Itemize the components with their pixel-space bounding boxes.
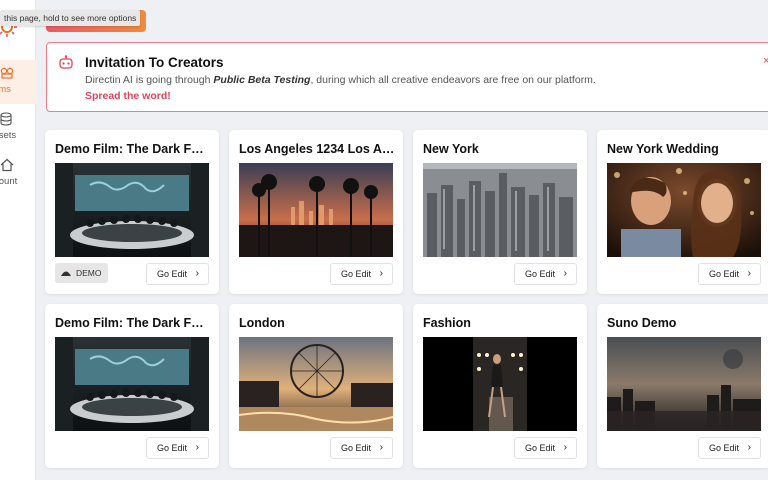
thumbnail-image bbox=[55, 337, 209, 431]
sidebar: ilms ssets count bbox=[0, 0, 36, 480]
banner-desc-suffix: , during which all creative endeavors ar… bbox=[310, 74, 596, 86]
go-edit-label: Go Edit bbox=[157, 269, 188, 279]
project-title: Los Angeles 1234 Los Angeles bbox=[239, 142, 395, 156]
project-card[interactable]: London Go Edit › bbox=[229, 304, 403, 468]
project-title: Demo Film: The Dark Forest bbox=[55, 142, 211, 156]
project-title: Demo Film: The Dark Forest bbox=[55, 316, 211, 330]
chevron-right-icon: › bbox=[379, 442, 383, 453]
go-edit-label: Go Edit bbox=[525, 269, 556, 279]
project-card[interactable]: New York Wedding Go Edit › bbox=[597, 130, 768, 294]
sidebar-item-assets[interactable]: ssets bbox=[0, 106, 36, 150]
go-edit-label: Go Edit bbox=[341, 443, 372, 453]
go-edit-label: Go Edit bbox=[341, 269, 372, 279]
go-edit-button[interactable]: Go Edit › bbox=[330, 263, 393, 285]
thumbnail-image bbox=[239, 163, 393, 257]
go-edit-label: Go Edit bbox=[709, 443, 740, 453]
go-edit-label: Go Edit bbox=[525, 443, 556, 453]
project-card[interactable]: Suno Demo Go Edit › bbox=[597, 304, 768, 468]
demo-badge-label: DEMO bbox=[76, 268, 102, 278]
go-edit-button[interactable]: Go Edit › bbox=[514, 263, 577, 285]
sidebar-item-account[interactable]: count bbox=[0, 152, 36, 196]
project-card[interactable]: New York Go Edit › bbox=[413, 130, 587, 294]
sidebar-item-label: ssets bbox=[0, 130, 17, 141]
go-edit-button[interactable]: Go Edit › bbox=[146, 437, 209, 459]
go-edit-button[interactable]: Go Edit › bbox=[330, 437, 393, 459]
go-edit-button[interactable]: Go Edit › bbox=[698, 437, 761, 459]
tooltip: this page, hold to see more options bbox=[0, 10, 141, 26]
project-card[interactable]: Demo Film: The Dark Forest DEMO Go Edit › bbox=[45, 130, 219, 294]
project-thumbnail[interactable] bbox=[607, 337, 761, 431]
project-thumbnail[interactable] bbox=[607, 163, 761, 257]
thumbnail-image bbox=[607, 337, 761, 431]
sidebar-item-films[interactable]: ilms bbox=[0, 60, 36, 104]
go-edit-button[interactable]: Go Edit › bbox=[514, 437, 577, 459]
banner-desc-emphasis: Public Beta Testing bbox=[213, 74, 311, 86]
project-card[interactable]: Demo Film: The Dark Forest Go Edit › bbox=[45, 304, 219, 468]
invitation-banner: Invitation To Creators Directin AI is go… bbox=[46, 42, 768, 112]
go-edit-button[interactable]: Go Edit › bbox=[698, 263, 761, 285]
chevron-right-icon: › bbox=[747, 442, 751, 453]
project-title: Fashion bbox=[423, 316, 471, 330]
go-edit-button[interactable]: Go Edit › bbox=[146, 263, 209, 285]
thumbnail-image bbox=[607, 163, 761, 257]
project-thumbnail[interactable] bbox=[55, 337, 209, 431]
project-title: London bbox=[239, 316, 285, 330]
project-thumbnail[interactable] bbox=[239, 163, 393, 257]
go-edit-label: Go Edit bbox=[709, 269, 740, 279]
project-thumbnail[interactable] bbox=[55, 163, 209, 257]
chevron-right-icon: › bbox=[379, 268, 383, 279]
banner-title: Invitation To Creators bbox=[85, 55, 224, 70]
chevron-right-icon: › bbox=[563, 268, 567, 279]
project-card[interactable]: Fashion Go Edit › bbox=[413, 304, 587, 468]
sidebar-item-label: ilms bbox=[0, 84, 11, 95]
project-thumbnail[interactable] bbox=[423, 337, 577, 431]
cap-icon bbox=[61, 271, 71, 276]
home-icon bbox=[0, 158, 14, 172]
project-title: New York Wedding bbox=[607, 142, 719, 156]
chevron-right-icon: › bbox=[195, 268, 199, 279]
project-thumbnail[interactable] bbox=[423, 163, 577, 257]
chevron-right-icon: › bbox=[195, 442, 199, 453]
films-icon bbox=[0, 67, 14, 79]
thumbnail-image bbox=[239, 337, 393, 431]
go-edit-label: Go Edit bbox=[157, 443, 188, 453]
project-card[interactable]: Los Angeles 1234 Los Angeles Go Edit › bbox=[229, 130, 403, 294]
banner-desc-prefix: Directin AI is going through bbox=[85, 74, 214, 86]
robot-icon bbox=[59, 55, 73, 69]
chevron-right-icon: › bbox=[563, 442, 567, 453]
spread-the-word-link[interactable]: Spread the word! bbox=[85, 90, 171, 102]
chevron-right-icon: › bbox=[747, 268, 751, 279]
thumbnail-image bbox=[55, 163, 209, 257]
database-icon bbox=[0, 112, 12, 126]
close-icon[interactable]: × bbox=[763, 55, 768, 67]
sidebar-item-label: count bbox=[0, 176, 18, 187]
demo-badge: DEMO bbox=[55, 263, 108, 283]
thumbnail-image bbox=[423, 337, 577, 431]
project-title: New York bbox=[423, 142, 479, 156]
project-title: Suno Demo bbox=[607, 316, 677, 330]
project-thumbnail[interactable] bbox=[239, 337, 393, 431]
banner-description: Directin AI is going through Public Beta… bbox=[85, 74, 596, 86]
thumbnail-image bbox=[423, 163, 577, 257]
